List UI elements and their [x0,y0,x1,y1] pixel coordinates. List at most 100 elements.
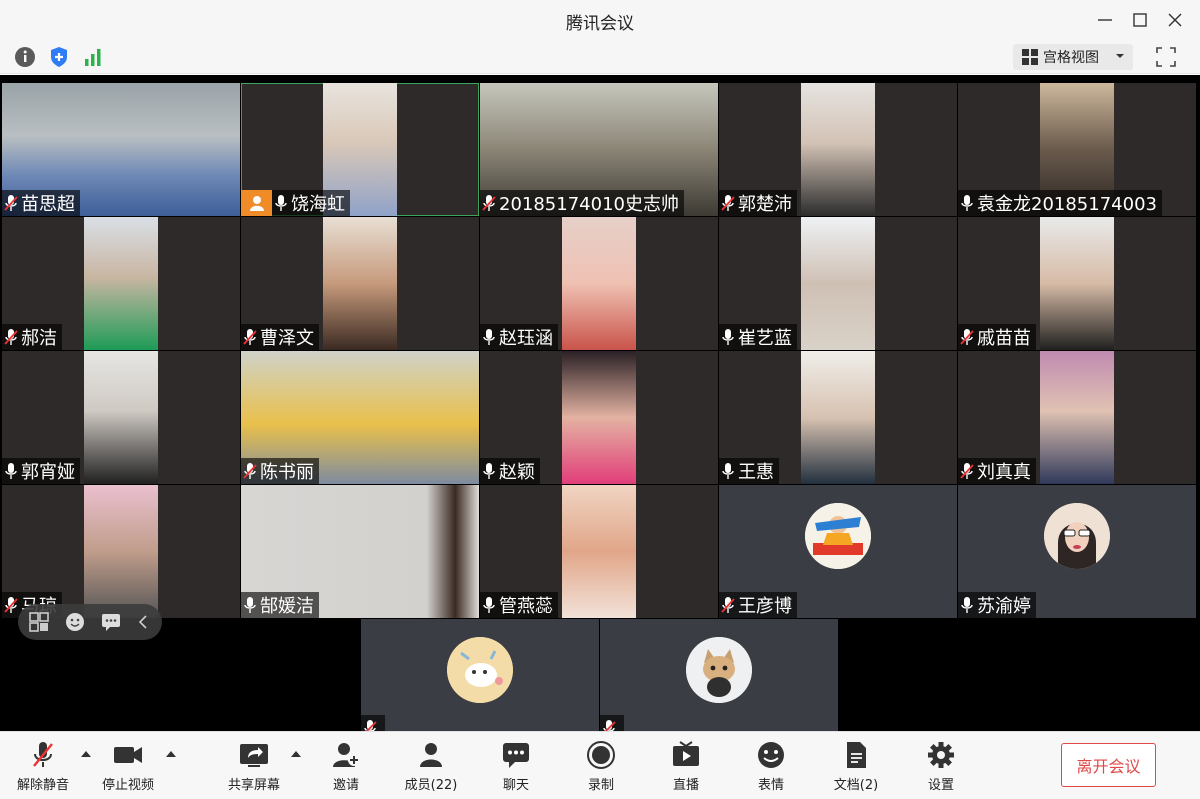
mic-muted-icon [4,597,18,613]
stop-video-button[interactable]: 停止视频 [88,740,168,793]
maximize-icon[interactable] [1128,8,1152,32]
reactions-button[interactable]: 表情 [731,740,811,793]
view-mode-dropdown[interactable]: 宫格视图 [1013,44,1133,70]
participant-tile[interactable]: 曹泽文 [241,217,479,350]
cartoon-avatar [447,637,513,703]
participant-name-tag: 郭宵娅 [2,458,80,484]
video-camera-icon [114,747,142,763]
mic-icon [722,329,734,345]
mic-muted-icon [364,720,377,731]
participant-tile[interactable]: 崔艺蓝 [719,217,957,350]
participant-name-tag [600,715,624,731]
participant-video [1040,351,1114,484]
participant-tile[interactable]: 刘真真 [958,351,1196,484]
participant-name-tag: 赵珏涵 [480,324,558,350]
collapse-chevron-icon[interactable] [136,611,150,633]
record-label: 录制 [587,778,614,793]
participant-tile[interactable]: 郭宵娅 [2,351,240,484]
grid-view-icon [1022,49,1038,65]
chat-button[interactable]: 聊天 [476,740,556,793]
live-stream-icon [673,741,699,766]
live-stream-button[interactable]: 直播 [646,740,726,793]
participant-name: 饶海虹 [291,194,345,215]
participant-name: 郝洁 [21,328,57,349]
record-icon [587,741,615,769]
info-icon[interactable] [12,44,38,70]
emoji-icon[interactable] [64,611,86,633]
members-icon [420,743,442,767]
network-signal-icon[interactable] [80,44,106,70]
participant-name: 刘真真 [977,462,1031,483]
participant-name-tag: 戚苗苗 [958,324,1036,350]
mic-muted-icon [4,329,18,345]
participant-name: 苏渝婷 [977,596,1031,617]
members-button[interactable]: 成员(22) [391,740,471,793]
participant-tile[interactable]: 苗思超 [2,83,240,216]
floating-mini-toolbar [18,604,162,640]
participant-name-tag: 刘真真 [958,458,1036,484]
unmute-label: 解除静音 [16,778,69,793]
participant-video [562,217,636,350]
settings-button[interactable]: 设置 [901,740,981,793]
participant-tile[interactable]: 王彦博 [719,485,957,618]
layout-grid-icon[interactable] [28,611,50,633]
participant-name: 曹泽文 [260,328,314,349]
chevron-up-icon[interactable] [290,750,302,758]
fullscreen-icon[interactable] [1153,44,1179,70]
meeting-controls-bar: 解除静音 停止视频 共享屏幕 邀请 成员(22) 聊天 录制 直播 表情 文档(… [0,731,1200,799]
mic-muted-icon [243,463,257,479]
participant-name-tag: 王惠 [719,458,779,484]
participant-name: 郜媛洁 [260,596,314,617]
leave-meeting-button[interactable]: 离开会议 [1061,743,1156,787]
unmute-button[interactable]: 解除静音 [3,740,83,793]
security-shield-icon[interactable] [46,44,72,70]
participant-tile[interactable]: 袁金龙20185174003 [958,83,1196,216]
participant-tile[interactable] [361,619,599,731]
participant-name-tag: 赵颖 [480,458,540,484]
participant-name-tag: 袁金龙20185174003 [958,190,1162,216]
mic-icon [244,597,256,613]
share-screen-button[interactable]: 共享屏幕 [214,740,294,793]
participant-name-tag: 郭楚沛 [719,190,797,216]
participant-video [84,485,158,618]
stop-video-label: 停止视频 [101,778,154,793]
participant-name: 郭宵娅 [21,462,75,483]
participant-name-tag: 陈书丽 [241,458,319,484]
minimize-icon[interactable] [1093,8,1117,32]
participant-tile[interactable]: 马琼 [2,485,240,618]
chat-label: 聊天 [502,778,529,793]
participant-tile[interactable]: 郝洁 [2,217,240,350]
participant-video [562,351,636,484]
participant-name: 陈书丽 [260,462,314,483]
mic-icon [483,463,495,479]
participant-tile[interactable]: 王惠 [719,351,957,484]
participant-tile[interactable]: 赵颖 [480,351,718,484]
participant-tile[interactable]: 郜媛洁 [241,485,479,618]
documents-button[interactable]: 文档(2) [816,740,896,793]
record-button[interactable]: 录制 [561,740,641,793]
mic-muted-icon [33,742,53,767]
chevron-down-icon [1116,54,1124,58]
participant-tile[interactable]: 管燕蕊 [480,485,718,618]
chat-bubble-icon[interactable] [100,611,122,633]
participant-tile[interactable]: 戚苗苗 [958,217,1196,350]
add-user-icon [333,743,360,767]
participant-tile[interactable]: 饶海虹 [241,83,479,216]
invite-button[interactable]: 邀请 [306,740,386,793]
settings-label: 设置 [927,778,954,793]
chevron-up-icon[interactable] [165,750,177,758]
live-stream-label: 直播 [672,778,699,793]
title-bar: 腾讯会议 [0,0,1200,40]
participant-tile[interactable]: 20185174010史志帅 [480,83,718,216]
participant-tile[interactable] [600,619,838,731]
participant-tile[interactable]: 郭楚沛 [719,83,957,216]
close-icon[interactable] [1163,8,1187,32]
participant-tile[interactable]: 陈书丽 [241,351,479,484]
participant-tile[interactable]: 苏渝婷 [958,485,1196,618]
participant-name: 王彦博 [738,596,792,617]
profile-avatar [805,503,871,569]
participant-tile[interactable]: 赵珏涵 [480,217,718,350]
mic-icon [275,195,287,211]
participant-name: 赵珏涵 [499,328,553,349]
host-badge [241,190,272,216]
